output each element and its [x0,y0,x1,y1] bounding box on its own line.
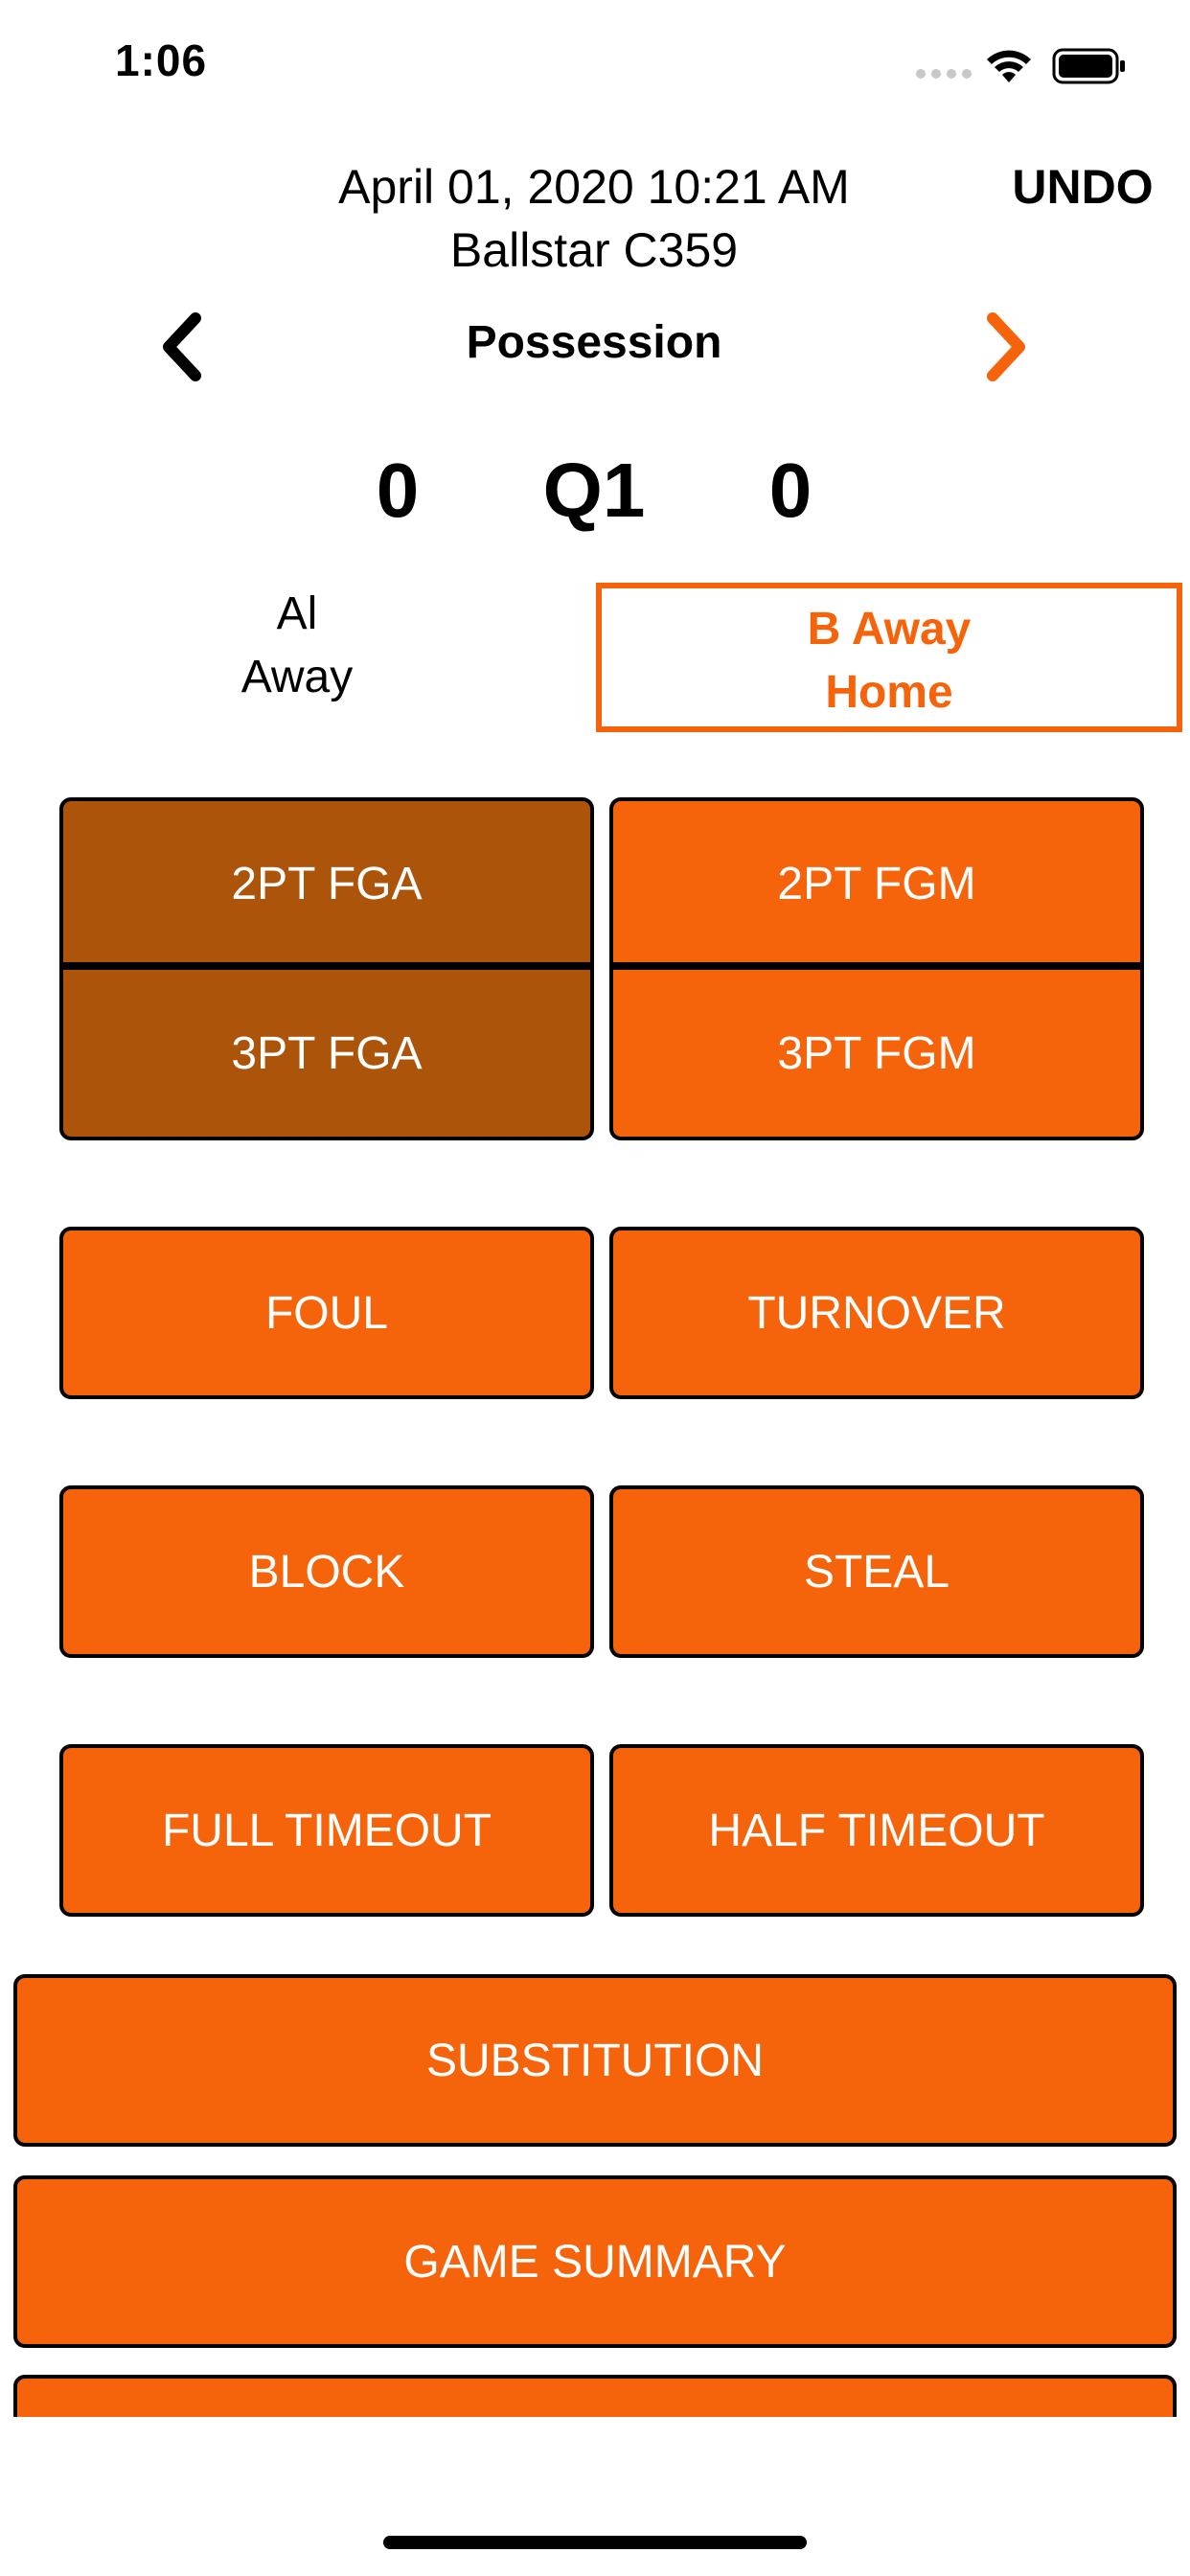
wifi-icon [987,50,1031,82]
game-datetime: April 01, 2020 10:21 AM [338,160,850,214]
more-actions-button[interactable] [13,2375,1177,2417]
turnover-button[interactable]: TURNOVER [609,1227,1144,1399]
away-score: 0 [376,448,420,533]
team-selector-home[interactable]: B Away Home [596,583,1182,732]
possession-label: Possession [466,317,722,368]
clipped-button-container [13,2375,1177,2417]
game-venue: Ballstar C359 [449,223,739,277]
battery-icon [1052,48,1125,84]
3pt-fga-button[interactable]: 3PT FGA [59,962,594,1140]
substitution-button[interactable]: SUBSTITUTION [13,1974,1177,2147]
steal-button[interactable]: STEAL [609,1485,1144,1658]
home-indicator [383,2536,807,2549]
half-timeout-button[interactable]: HALF TIMEOUT [609,1744,1144,1917]
team-name: B Away [807,604,972,655]
game-summary-button[interactable]: GAME SUMMARY [13,2175,1177,2348]
status-time: 1:06 [115,35,208,85]
2pt-fgm-button[interactable]: 2PT FGM [609,797,1144,970]
chevron-left-icon[interactable] [153,309,211,385]
chevron-right-icon[interactable] [977,309,1035,385]
team-name: Al [276,588,318,639]
home-score: 0 [768,448,812,533]
3pt-fgm-button[interactable]: 3PT FGM [609,962,1144,1140]
undo-button[interactable]: UNDO [996,159,1169,215]
team-selector-away[interactable]: Al Away [144,583,450,709]
2pt-fga-button[interactable]: 2PT FGA [59,797,594,970]
foul-button[interactable]: FOUL [59,1227,594,1399]
team-role: Away [240,652,354,702]
block-button[interactable]: BLOCK [59,1485,594,1658]
team-role: Home [825,667,953,718]
full-timeout-button[interactable]: FULL TIMEOUT [59,1744,594,1917]
quarter-indicator: Q1 [542,448,646,533]
cellular-signal-icon [916,69,972,79]
